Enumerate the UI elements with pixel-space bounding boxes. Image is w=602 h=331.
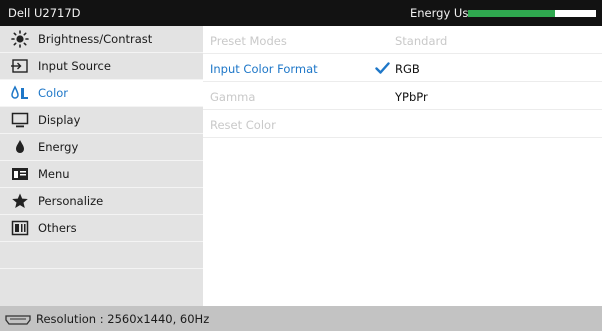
brightness-icon bbox=[11, 30, 29, 48]
sidebar-item-label: Menu bbox=[38, 167, 70, 181]
energy-use-fill bbox=[468, 10, 556, 17]
monitor-osd: Dell U2717D Energy Use Brightness/Contra… bbox=[0, 0, 602, 331]
energy-icon bbox=[11, 139, 29, 155]
menu-icon bbox=[11, 166, 29, 182]
option-row-preset-modes: Preset Modes Standard bbox=[203, 26, 602, 54]
osd-content-panel: Preset Modes Standard Input Color Format… bbox=[203, 26, 602, 306]
checkmark-icon bbox=[375, 62, 390, 77]
sidebar-item-label: Personalize bbox=[38, 194, 104, 208]
sidebar-item-label: Input Source bbox=[38, 59, 111, 73]
option-row-input-color-format[interactable]: Input Color Format RGB bbox=[203, 54, 602, 82]
option-name: Gamma bbox=[210, 90, 256, 104]
osd-header: Dell U2717D Energy Use bbox=[0, 0, 602, 26]
sidebar-item-empty bbox=[0, 242, 203, 269]
option-row-reset-color[interactable]: Reset Color bbox=[203, 110, 602, 138]
sidebar-item-label: Brightness/Contrast bbox=[38, 32, 153, 46]
sidebar-item-display[interactable]: Display bbox=[0, 107, 203, 134]
energy-use-label: Energy Use bbox=[410, 6, 476, 20]
sidebar-item-label: Display bbox=[38, 113, 81, 127]
option-name: Input Color Format bbox=[210, 62, 318, 76]
energy-use-bar bbox=[468, 10, 596, 17]
option-name: Preset Modes bbox=[210, 34, 287, 48]
resolution-status-text: Resolution : 2560x1440, 60Hz bbox=[36, 312, 210, 326]
option-row-gamma: Gamma YPbPr bbox=[203, 82, 602, 110]
sidebar-item-menu[interactable]: Menu bbox=[0, 161, 203, 188]
status-footer: Resolution : 2560x1440, 60Hz bbox=[0, 306, 602, 331]
option-value: Standard bbox=[395, 34, 448, 48]
sidebar-item-label: Color bbox=[38, 86, 69, 100]
sidebar-item-label: Others bbox=[38, 221, 77, 235]
sidebar-item-input-source[interactable]: Input Source bbox=[0, 53, 203, 80]
sidebar-item-empty bbox=[0, 269, 203, 306]
sidebar-item-energy[interactable]: Energy bbox=[0, 134, 203, 161]
osd-sidebar: Brightness/Contrast Input Source Color D… bbox=[0, 26, 203, 306]
sidebar-item-brightness-contrast[interactable]: Brightness/Contrast bbox=[0, 26, 203, 53]
sidebar-item-personalize[interactable]: Personalize bbox=[0, 188, 203, 215]
others-icon bbox=[11, 220, 29, 236]
star-icon bbox=[11, 193, 29, 209]
monitor-model-title: Dell U2717D bbox=[8, 6, 81, 20]
sidebar-item-color[interactable]: Color bbox=[0, 80, 203, 107]
color-icon bbox=[11, 85, 29, 101]
option-value-ypbpr[interactable]: YPbPr bbox=[395, 90, 428, 104]
option-name: Reset Color bbox=[210, 118, 276, 132]
hdmi-port-icon bbox=[5, 314, 31, 328]
sidebar-item-others[interactable]: Others bbox=[0, 215, 203, 242]
sidebar-item-label: Energy bbox=[38, 140, 79, 154]
option-value-rgb[interactable]: RGB bbox=[395, 62, 420, 76]
display-icon bbox=[11, 112, 29, 128]
input-source-icon bbox=[11, 58, 29, 74]
